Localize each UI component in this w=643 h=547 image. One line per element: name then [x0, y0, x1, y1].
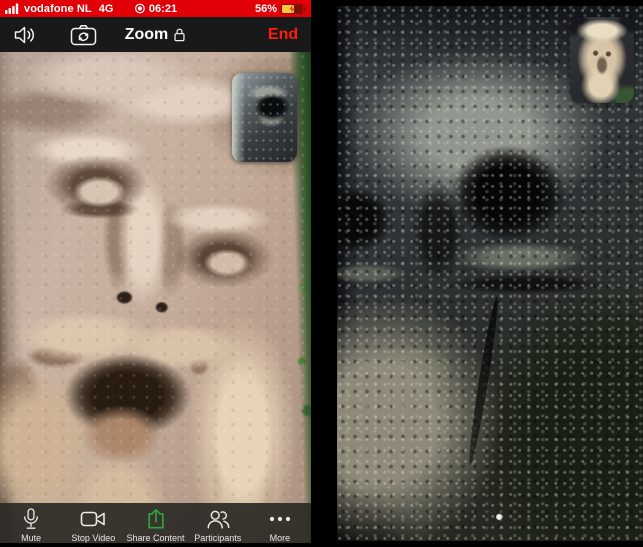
lock-icon: [173, 27, 186, 42]
video-camera-icon: [80, 507, 106, 531]
more-label: More: [270, 533, 291, 543]
right-bottom-letterbox: [337, 541, 643, 547]
recording-time-indicator[interactable]: 06:21: [134, 3, 177, 15]
share-content-label: Share Content: [126, 533, 184, 543]
second-view-self-thumbnail[interactable]: [570, 17, 634, 103]
status-left: vodafone NL 4G: [0, 3, 113, 15]
status-right: 56%: [255, 3, 303, 15]
phone-bottom-bezel: [0, 543, 311, 547]
call-header: Zoom End: [0, 17, 311, 52]
end-call-button[interactable]: End: [261, 17, 305, 52]
charging-bolt-icon: [288, 5, 296, 13]
microphone-icon: [21, 507, 41, 531]
signal-bars-icon: [5, 3, 20, 14]
meeting-title-label: Zoom: [125, 26, 169, 44]
participants-icon: [205, 507, 231, 531]
network-type-label: 4G: [99, 3, 114, 15]
call-toolbar: Mute Stop Video Share Content: [0, 503, 311, 543]
stone-crack-shadow: [466, 296, 501, 465]
mute-label: Mute: [21, 533, 41, 543]
stop-video-label: Stop Video: [71, 533, 115, 543]
participants-button[interactable]: Participants: [187, 503, 249, 543]
stop-video-button[interactable]: Stop Video: [62, 503, 124, 543]
battery-charging-icon: [281, 4, 303, 14]
screenshot-root: vodafone NL 4G 06:21 56%: [0, 0, 643, 547]
share-content-icon: [145, 507, 167, 531]
carrier-label: vodafone NL: [24, 3, 92, 15]
mute-button[interactable]: Mute: [0, 503, 62, 543]
status-bar: vodafone NL 4G 06:21 56%: [0, 0, 311, 17]
clock-label: 06:21: [149, 3, 177, 15]
screen-record-icon: [134, 3, 145, 14]
share-content-button[interactable]: Share Content: [124, 503, 186, 543]
phone-zoom-call: vodafone NL 4G 06:21 56%: [0, 0, 311, 547]
battery-percent-label: 56%: [255, 3, 277, 15]
end-call-label: End: [268, 26, 298, 44]
more-button[interactable]: More: [249, 503, 311, 543]
participants-label: Participants: [194, 533, 241, 543]
self-view-thumbnail[interactable]: [232, 73, 297, 162]
more-ellipsis-icon: [268, 507, 292, 531]
